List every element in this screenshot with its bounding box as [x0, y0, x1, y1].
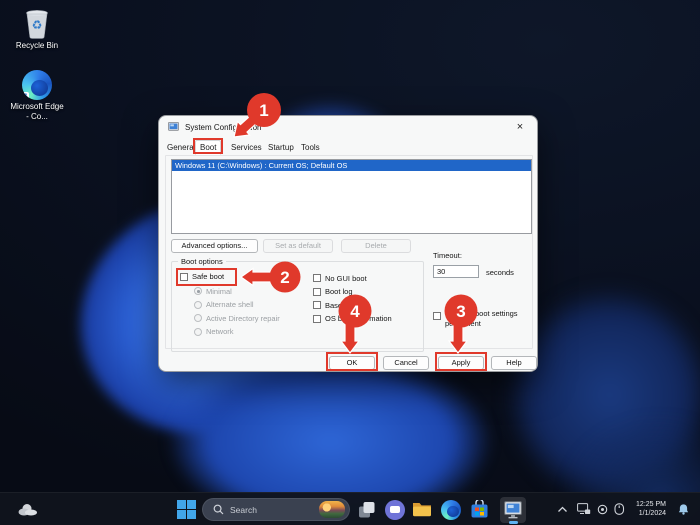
make-permanent-checkbox[interactable] [433, 312, 441, 320]
base-video-checkbox[interactable] [313, 301, 321, 309]
desktop-icon-label: Microsoft Edge - Co... [10, 102, 64, 121]
notification-bell-icon[interactable] [677, 503, 690, 516]
tab-startup[interactable]: Startup [264, 141, 298, 154]
help-button[interactable]: Help [491, 356, 537, 370]
msconfig-window-icon [168, 121, 179, 131]
radio-alternate-shell-label: Alternate shell [206, 300, 254, 309]
desktop: ♻ Recycle Bin ↗ Microsoft Edge - Co... S… [0, 0, 700, 525]
msconfig-taskbar-icon[interactable] [500, 497, 526, 523]
os-boot-information-checkbox[interactable] [313, 314, 321, 323]
timeout-label: Timeout: [433, 251, 462, 260]
timeout-unit-label: seconds [486, 268, 514, 277]
chat-icon[interactable] [385, 500, 405, 520]
advanced-options-button[interactable]: Advanced options... [171, 239, 258, 253]
taskbar-clock[interactable]: 12:25 PM 1/1/2024 [630, 500, 666, 518]
os-boot-information-label: OS boot information [325, 314, 392, 323]
edge-taskbar-icon[interactable] [441, 500, 461, 520]
taskbar: Search 12:25 PM 1/1/2024 [0, 492, 700, 525]
shortcut-arrow-icon: ↗ [22, 92, 29, 100]
ok-button[interactable]: OK [329, 356, 375, 370]
apply-button[interactable]: Apply [438, 356, 484, 370]
boot-entries-list[interactable]: Windows 11 (C:\Windows) : Current OS; De… [171, 159, 532, 234]
radio-minimal-label: Minimal [206, 286, 232, 296]
system-configuration-window: System Configuration × General Boot Serv… [158, 115, 538, 372]
radio-alternate-shell[interactable] [194, 300, 202, 309]
radio-network-label: Network [206, 327, 234, 336]
task-view-icon[interactable] [358, 501, 376, 519]
boot-log-checkbox[interactable] [313, 287, 321, 296]
tab-tools[interactable]: Tools [297, 141, 324, 154]
active-app-indicator [509, 521, 518, 524]
recycle-bin-icon: ♻ [26, 10, 48, 39]
boot-entry-selected[interactable]: Windows 11 (C:\Windows) : Current OS; De… [172, 160, 531, 171]
edge-icon: ↗ [22, 70, 52, 100]
tab-boot[interactable]: Boot [195, 140, 222, 155]
radio-active-directory-repair[interactable] [194, 314, 202, 322]
search-icon [213, 504, 224, 515]
tray-mouse-icon[interactable] [613, 503, 626, 515]
start-button[interactable] [177, 500, 196, 519]
tray-display-icon[interactable] [577, 503, 591, 515]
tab-services[interactable]: Services [227, 141, 266, 154]
desktop-icon-recycle-bin[interactable]: ♻ Recycle Bin [10, 9, 64, 51]
timeout-input[interactable]: 30 [433, 265, 479, 278]
desktop-icon-label: Recycle Bin [15, 41, 59, 50]
boot-options-group-label: Boot options [178, 257, 226, 266]
radio-network[interactable] [194, 327, 202, 336]
search-placeholder: Search [230, 504, 257, 515]
close-icon[interactable]: × [512, 119, 528, 135]
file-explorer-icon[interactable] [412, 501, 432, 517]
clock-time: 12:25 PM [636, 501, 666, 508]
no-gui-boot-label: No GUI boot [325, 273, 367, 283]
microsoft-store-icon[interactable] [470, 500, 489, 519]
tray-device-icon[interactable] [597, 504, 608, 515]
make-permanent-label: Make all boot settings permanent [445, 309, 518, 328]
delete-button[interactable]: Delete [341, 239, 411, 253]
safe-boot-label[interactable]: Safe boot [192, 272, 224, 282]
desktop-icon-edge[interactable]: ↗ Microsoft Edge - Co... [10, 70, 64, 122]
base-video-label: Base video [325, 300, 363, 310]
window-titlebar: System Configuration × [159, 116, 537, 138]
search-highlight-thumbnail[interactable] [319, 501, 345, 518]
cancel-button[interactable]: Cancel [383, 356, 429, 370]
clock-date: 1/1/2024 [638, 510, 666, 517]
no-gui-boot-checkbox[interactable] [313, 274, 321, 282]
radio-minimal[interactable] [194, 287, 202, 295]
window-title: System Configuration [185, 122, 262, 132]
tab-general[interactable]: General [163, 141, 199, 154]
radio-active-directory-repair-label: Active Directory repair [206, 313, 280, 323]
tray-chevron-up-icon[interactable] [557, 506, 568, 513]
svg-text:♻: ♻ [32, 18, 43, 32]
msconfig-monitor-icon [504, 501, 522, 519]
boot-log-label: Boot log [325, 287, 353, 296]
search-box[interactable]: Search [202, 498, 350, 521]
widgets-weather-icon[interactable] [18, 503, 42, 516]
safe-boot-checkbox[interactable] [180, 273, 188, 281]
set-as-default-button[interactable]: Set as default [263, 239, 333, 253]
